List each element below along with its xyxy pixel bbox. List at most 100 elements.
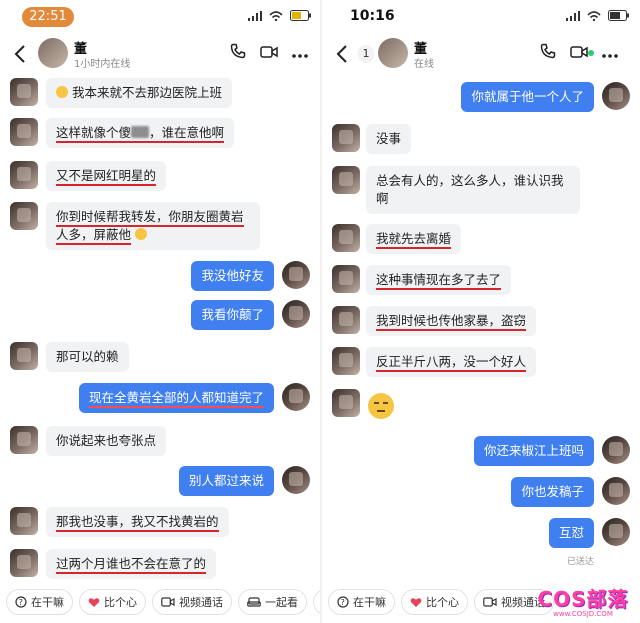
message-bubble: 没事 — [366, 124, 412, 154]
watermark-url: www.COSJD.COM — [553, 610, 613, 618]
message-bubble: 那可以的赖 — [46, 342, 129, 372]
heart-icon — [88, 597, 100, 607]
contact-avatar[interactable] — [10, 507, 38, 535]
left-screenshot: 22:51 董 1小时内在线 我本来就不去那边医院上班 这样就像个傻 ，谁在意他啊 — [0, 0, 320, 623]
message-bubble: 你也发稿子 — [511, 477, 594, 507]
battery-icon — [290, 10, 311, 21]
contact-avatar[interactable] — [332, 389, 360, 417]
message-bubble: 我本来就不去那边医院上班 — [46, 78, 232, 108]
message-bubble: 总会有人的，这么多人，谁认识我啊 — [366, 166, 580, 214]
phone-icon[interactable] — [540, 43, 556, 63]
my-avatar[interactable] — [282, 300, 310, 328]
header-actions — [540, 43, 618, 63]
chat-header: 1 董 在线 — [322, 34, 640, 74]
my-avatar[interactable] — [282, 466, 310, 494]
wifi-icon — [269, 10, 283, 21]
online-dot — [588, 49, 594, 56]
video-icon — [161, 597, 175, 607]
contact-avatar[interactable] — [10, 202, 38, 230]
status-bar: 22:51 — [0, 0, 320, 34]
message-bubble: 现在全黄岩全部的人都知道完了 — [78, 383, 274, 413]
contact-avatar[interactable] — [10, 549, 38, 577]
chat-header: 董 1小时内在线 — [0, 34, 320, 74]
message-bubble: 我没他好友 — [191, 261, 274, 291]
sofa-icon — [247, 596, 261, 607]
message-bubble: 你说起来也夸张点 — [46, 426, 167, 456]
message-bubble: 我看你颠了 — [191, 300, 274, 330]
message-bubble: 我到时候也传他家暴，盗窃 — [366, 306, 537, 336]
svg-text:?: ? — [19, 598, 23, 607]
quick-action-heart[interactable]: 比个心 — [401, 589, 468, 615]
video-icon[interactable] — [260, 44, 278, 63]
quick-action-busy[interactable]: ? 在干嘛 — [328, 589, 395, 615]
wifi-icon — [587, 10, 601, 21]
watermark-logo: COS部落 — [537, 587, 629, 611]
right-screenshot: 10:16 1 董 在线 你就属于他一个人了 没事 总会有人的，这么多人，谁认识… — [322, 0, 640, 623]
contact-avatar[interactable] — [38, 38, 68, 68]
my-avatar[interactable] — [602, 82, 630, 110]
contact-avatar[interactable] — [378, 38, 408, 68]
my-avatar[interactable] — [282, 383, 310, 411]
message-bubble: 别人都过来说 — [178, 466, 274, 496]
message-bubble: 你就属于他一个人了 — [461, 82, 594, 112]
site-watermark: COS部落 www.COSJD.COM — [534, 588, 632, 622]
status-icons — [248, 10, 312, 21]
contact-avatar[interactable] — [332, 224, 360, 252]
my-avatar[interactable] — [602, 518, 630, 546]
message-bubble: 你还来椒江上班吗 — [473, 436, 594, 466]
back-icon[interactable] — [332, 42, 354, 66]
unamused-emoji-icon — [368, 393, 394, 419]
contact-status: 1小时内在线 — [74, 59, 131, 70]
battery-icon — [608, 10, 629, 21]
heart-icon — [410, 597, 422, 607]
status-time: 22:51 — [22, 7, 74, 27]
question-icon: ? — [337, 596, 349, 608]
contact-avatar[interactable] — [332, 124, 360, 152]
message-bubble: 这样就像个傻 ，谁在意他啊 — [46, 118, 235, 148]
message-bubble: 这种事情现在多了去了 — [366, 265, 512, 295]
back-icon[interactable] — [10, 42, 32, 66]
quick-action-watch-together[interactable]: 一起看 — [238, 589, 307, 615]
contact-avatar[interactable] — [10, 118, 38, 146]
svg-text:?: ? — [341, 598, 345, 607]
quick-action-camera[interactable] — [313, 589, 320, 615]
contact-avatar[interactable] — [10, 426, 38, 454]
my-avatar[interactable] — [282, 261, 310, 289]
video-icon[interactable] — [570, 44, 594, 63]
my-avatar[interactable] — [602, 477, 630, 505]
message-bubble: 又不是网红明星的 — [46, 161, 167, 191]
smile-emoji-icon — [135, 228, 147, 240]
signal-icon — [566, 10, 580, 21]
contact-avatar[interactable] — [332, 166, 360, 194]
signal-icon — [248, 10, 262, 21]
contact-avatar[interactable] — [332, 347, 360, 375]
message-bubble: 过两个月谁也不会在意了的 — [46, 549, 217, 579]
quick-action-video-call[interactable]: 视频通话 — [152, 589, 232, 615]
message-bubble: 那我也没事，我又不找黄岩的 — [46, 507, 229, 537]
status-time: 10:16 — [350, 8, 395, 24]
question-icon: ? — [15, 596, 27, 608]
unamused-emoji-icon — [56, 86, 68, 98]
contact-avatar[interactable] — [10, 78, 38, 106]
video-icon — [483, 597, 497, 607]
read-receipt: 已送达 — [566, 557, 594, 567]
censor-blur — [131, 126, 150, 138]
quick-action-bar: ? 在干嘛 比个心 视频通话 一起看 — [0, 585, 320, 619]
message-bubble: 互怼 — [548, 518, 594, 548]
contact-avatar[interactable] — [332, 306, 360, 334]
more-icon[interactable] — [602, 44, 618, 63]
message-bubble: 你到时候帮我转发，你朋友圈黄岩人多，屏蔽他 — [46, 202, 260, 250]
status-icons — [566, 10, 630, 21]
header-actions — [230, 43, 308, 63]
quick-action-busy[interactable]: ? 在干嘛 — [6, 589, 73, 615]
contact-avatar[interactable] — [332, 265, 360, 293]
message-bubble: 反正半斤八两，没一个好人 — [366, 347, 537, 377]
phone-icon[interactable] — [230, 43, 246, 63]
contact-status: 在线 — [414, 59, 434, 70]
contact-avatar[interactable] — [10, 342, 38, 370]
more-icon[interactable] — [292, 44, 308, 63]
contact-avatar[interactable] — [10, 161, 38, 189]
my-avatar[interactable] — [602, 436, 630, 464]
quick-action-heart[interactable]: 比个心 — [79, 589, 146, 615]
unread-count-badge: 1 — [358, 45, 374, 63]
